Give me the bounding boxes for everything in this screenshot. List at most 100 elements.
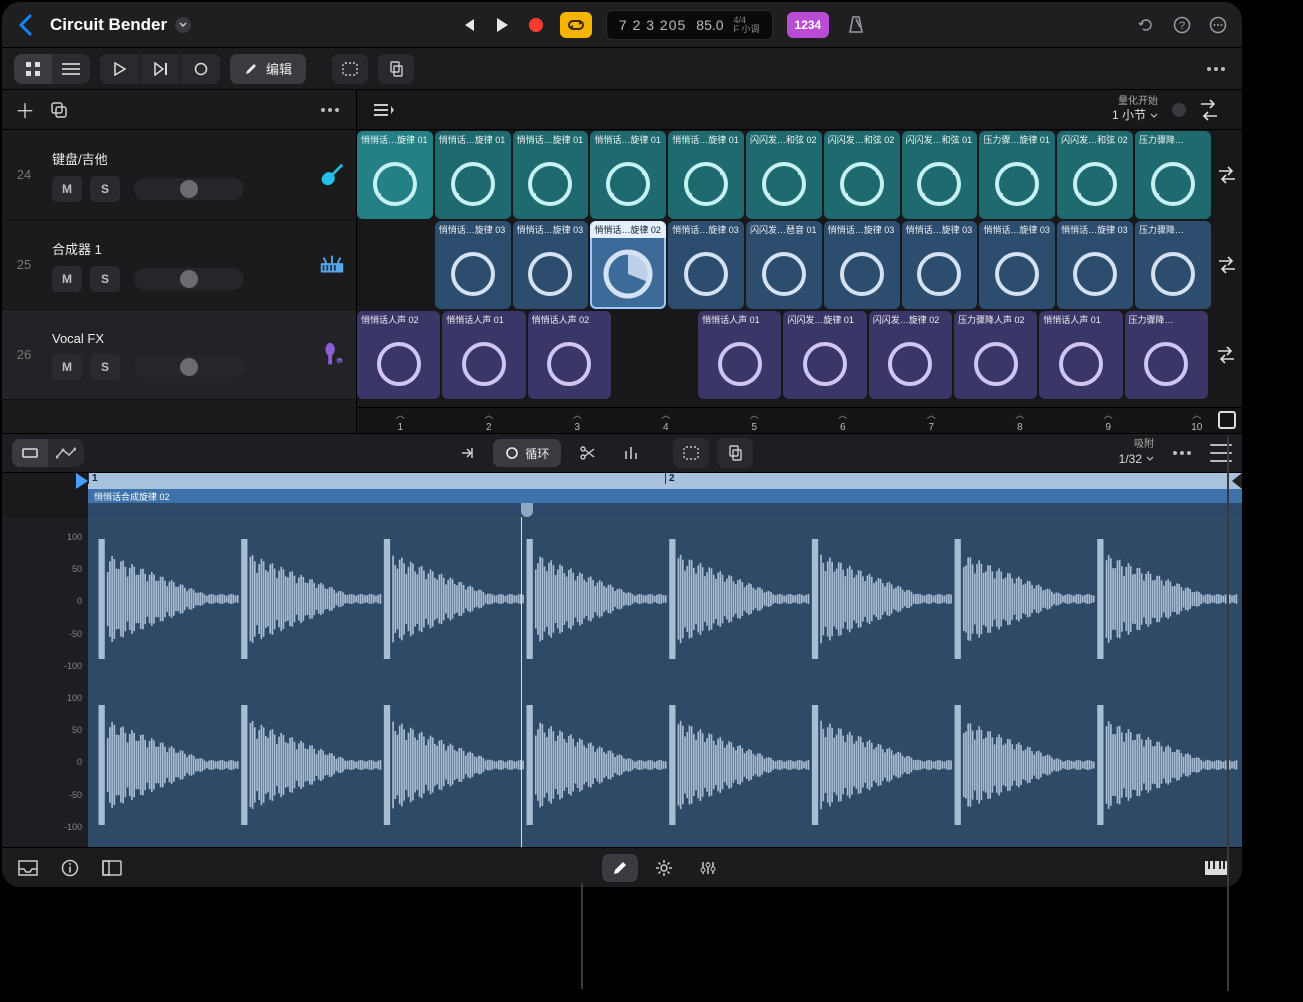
record-button[interactable] bbox=[526, 15, 546, 35]
loop-cell[interactable]: 悄悄话…旋律 03 bbox=[824, 221, 900, 309]
loop-button[interactable]: 循环 bbox=[493, 439, 561, 467]
toolbar2-more-button[interactable] bbox=[1202, 55, 1230, 83]
wave-view-button[interactable] bbox=[12, 439, 48, 467]
region-header[interactable]: 悄悄话合成旋律 02 bbox=[88, 489, 1242, 503]
loop-cell[interactable]: 悄悄话人声 01 bbox=[442, 311, 525, 399]
add-track-button[interactable]: ＋ bbox=[14, 99, 36, 121]
lcd-display[interactable]: 7 2 3 205 85.0 4/4 F 小调 bbox=[606, 10, 773, 40]
stop-all-button[interactable] bbox=[1218, 411, 1236, 429]
playhead-handle[interactable] bbox=[521, 503, 533, 517]
edit-button[interactable]: 编辑 bbox=[230, 54, 306, 84]
project-title[interactable]: Circuit Bender bbox=[50, 15, 191, 35]
loop-cell[interactable]: 悄悄话…旋律 01 bbox=[357, 131, 433, 219]
loop-cell[interactable]: 悄悄话…旋律 03 bbox=[1057, 221, 1133, 309]
pencil-tab[interactable] bbox=[602, 854, 638, 882]
loop-cell[interactable]: 悄悄话人声 02 bbox=[528, 311, 611, 399]
undo-button[interactable] bbox=[1136, 15, 1156, 35]
play-button[interactable] bbox=[492, 15, 512, 35]
track-row[interactable]: 25 合成器 1 M S bbox=[2, 220, 356, 310]
volume-slider[interactable] bbox=[134, 178, 244, 200]
grid-view-button[interactable] bbox=[14, 54, 52, 84]
header-nav-arrows[interactable] bbox=[1200, 96, 1228, 124]
loop-cell[interactable]: 悄悄话…旋律 01 bbox=[668, 131, 744, 219]
loop-cell[interactable]: 悄悄话…旋律 01 bbox=[590, 131, 666, 219]
transient-button[interactable] bbox=[613, 438, 649, 468]
loop-cell[interactable]: 悄悄话人声 02 bbox=[357, 311, 440, 399]
scene-column[interactable]: ︿1 bbox=[357, 408, 444, 433]
info-button[interactable] bbox=[58, 856, 82, 880]
loop-cell[interactable]: 悄悄话…旋律 03 bbox=[979, 221, 1055, 309]
loop-cell[interactable]: 压力骤降… bbox=[1135, 131, 1211, 219]
duplicate-track-button[interactable] bbox=[48, 99, 70, 121]
solo-button[interactable]: S bbox=[90, 266, 120, 292]
row-trigger[interactable] bbox=[1210, 311, 1242, 399]
more-button[interactable] bbox=[1208, 15, 1228, 35]
loop-cell[interactable]: 悄悄话…旋律 03 bbox=[513, 221, 589, 309]
scene-column[interactable]: ︿2 bbox=[446, 408, 533, 433]
playhead-line[interactable] bbox=[521, 517, 522, 847]
metronome-button[interactable] bbox=[843, 12, 869, 38]
marker-strip[interactable] bbox=[88, 503, 1242, 517]
track-row[interactable]: 26 Vocal FX M S fx bbox=[2, 310, 356, 400]
scene-column[interactable]: ︿7 bbox=[888, 408, 975, 433]
loop-cell[interactable]: 悄悄话…旋律 01 bbox=[435, 131, 511, 219]
scene-column[interactable]: ︿6 bbox=[800, 408, 887, 433]
solo-button[interactable]: S bbox=[90, 354, 120, 380]
mute-button[interactable]: M bbox=[52, 354, 82, 380]
volume-slider[interactable] bbox=[134, 356, 244, 378]
track-view-button[interactable] bbox=[48, 439, 84, 467]
solo-button[interactable]: S bbox=[90, 176, 120, 202]
go-to-start-button[interactable] bbox=[458, 15, 478, 35]
scissors-button[interactable] bbox=[569, 438, 605, 468]
help-button[interactable]: ? bbox=[1172, 15, 1192, 35]
loop-cell[interactable]: 闪闪发…琶音 01 bbox=[746, 221, 822, 309]
loop-cell[interactable]: 压力骤降… bbox=[1125, 311, 1208, 399]
back-button[interactable] bbox=[16, 12, 34, 38]
scene-column[interactable]: ︿3 bbox=[534, 408, 621, 433]
editor-marquee-button[interactable] bbox=[673, 438, 709, 468]
mute-button[interactable]: M bbox=[52, 266, 82, 292]
volume-slider[interactable] bbox=[134, 268, 244, 290]
copy-tool-button[interactable] bbox=[378, 54, 414, 84]
scene-column[interactable]: ︿5 bbox=[711, 408, 798, 433]
loop-cell[interactable]: 闪闪发…和弦 01 bbox=[902, 131, 978, 219]
selection-tool-button[interactable] bbox=[332, 54, 368, 84]
loop-cell[interactable]: 悄悄话…旋律 03 bbox=[435, 221, 511, 309]
scene-column[interactable]: ︿4 bbox=[623, 408, 710, 433]
scene-column[interactable]: ︿8 bbox=[977, 408, 1064, 433]
loop-cell[interactable]: 闪闪发…旋律 01 bbox=[783, 311, 866, 399]
keyboard-button[interactable] bbox=[1204, 856, 1228, 880]
editor-more-button[interactable] bbox=[1168, 439, 1196, 467]
loop-cell[interactable]: 闪闪发…和弦 02 bbox=[746, 131, 822, 219]
panels-button[interactable] bbox=[100, 856, 124, 880]
reorder-button[interactable] bbox=[371, 100, 397, 120]
ruler[interactable]: 1 2 bbox=[88, 473, 1242, 489]
scene-column[interactable]: ︿9 bbox=[1065, 408, 1152, 433]
loop-cell[interactable]: 悄悄话…旋律 03 bbox=[902, 221, 978, 309]
preview-step-button[interactable] bbox=[140, 54, 180, 84]
loop-cell[interactable]: 压力骤降… bbox=[1135, 221, 1211, 309]
mute-button[interactable]: M bbox=[52, 176, 82, 202]
row-trigger[interactable] bbox=[1213, 221, 1242, 309]
loop-cell[interactable]: 闪闪发…和弦 02 bbox=[1057, 131, 1133, 219]
track-list-more-button[interactable] bbox=[316, 96, 344, 124]
flex-tab[interactable] bbox=[646, 854, 682, 882]
cycle-button[interactable] bbox=[560, 12, 592, 38]
editor-copy-button[interactable] bbox=[717, 438, 753, 468]
eq-tab[interactable] bbox=[690, 854, 726, 882]
snap-control[interactable]: 吸附 1/32 bbox=[1119, 439, 1154, 467]
loop-cell[interactable]: 压力骤…旋律 01 bbox=[979, 131, 1055, 219]
loop-cell[interactable]: 闪闪发…和弦 02 bbox=[824, 131, 900, 219]
loop-cell[interactable]: 悄悄话人声 01 bbox=[1039, 311, 1122, 399]
loop-cell[interactable]: 悄悄话人声 01 bbox=[698, 311, 781, 399]
list-view-button[interactable] bbox=[52, 54, 90, 84]
preview-play-button[interactable] bbox=[100, 54, 140, 84]
loop-cell[interactable]: 闪闪发…旋律 02 bbox=[869, 311, 952, 399]
inbox-button[interactable] bbox=[16, 856, 40, 880]
waveform[interactable] bbox=[88, 517, 1242, 847]
quantize-control[interactable]: 量化开始 1 小节 bbox=[1112, 96, 1158, 124]
catch-button[interactable] bbox=[449, 438, 485, 468]
ruler-end-icon[interactable] bbox=[1232, 473, 1242, 489]
loop-cell[interactable]: 悄悄话…旋律 02 bbox=[590, 221, 666, 309]
row-trigger[interactable] bbox=[1213, 131, 1242, 219]
